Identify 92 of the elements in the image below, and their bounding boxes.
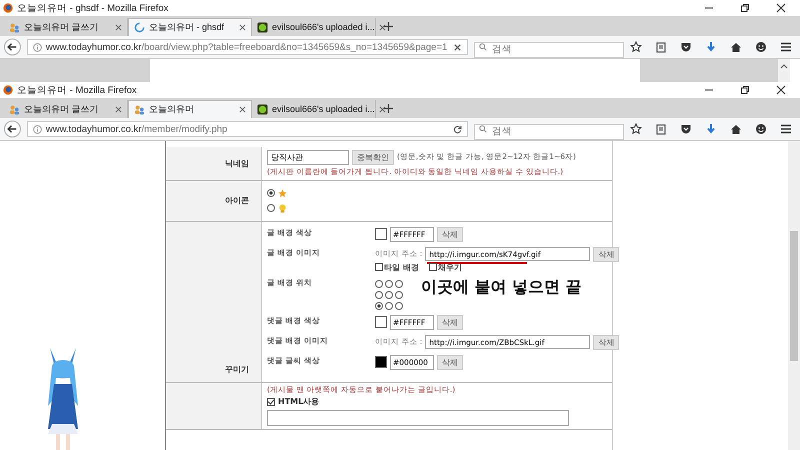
radio-button[interactable] (395, 290, 403, 299)
radio-button[interactable] (385, 280, 393, 288)
tab-title: 오늘의유머 글쓰기 (24, 20, 100, 34)
game-site-icon (257, 22, 268, 32)
tab-title: 오늘의유머 (149, 103, 195, 116)
smiley-icon[interactable] (755, 123, 767, 135)
delete-button[interactable]: 삭제 (437, 314, 463, 330)
download-icon[interactable] (705, 123, 717, 135)
checkbox[interactable] (428, 263, 437, 272)
radio-button[interactable] (375, 280, 383, 288)
restore-icon[interactable] (740, 3, 750, 13)
firefox-logo-icon (3, 85, 13, 95)
close-icon[interactable] (776, 85, 786, 95)
delete-button[interactable]: 삭제 (437, 354, 463, 370)
search-field[interactable]: 검색 (474, 42, 624, 58)
url-text: www.todayhumor.co.kr/board/view.php?table=freeboard&no=1345659&s_no=1345659&page=1 (46, 42, 448, 52)
home-icon[interactable] (730, 41, 742, 53)
pocket-icon[interactable] (680, 123, 692, 135)
tab-title: evilsoul666's uploaded i... (272, 104, 375, 114)
delete-button[interactable]: 삭제 (437, 226, 463, 242)
url-text: www.todayhumor.co.kr/member/modify.php (46, 124, 228, 134)
close-tab-icon[interactable] (378, 24, 386, 30)
annotation-text: 이곳에 붙여 넣으면 끝 (421, 278, 582, 296)
delete-button[interactable]: 삭제 (593, 246, 620, 262)
info-icon[interactable] (32, 42, 42, 52)
firefox-logo-icon (3, 3, 13, 13)
scrollbar[interactable] (788, 141, 800, 450)
search-icon (479, 125, 487, 133)
stop-icon[interactable] (453, 42, 462, 52)
nickname-field[interactable]: 당직사관 (267, 150, 349, 165)
people-icon (9, 22, 20, 32)
tab-title: evilsoul666's uploaded i... (272, 22, 375, 32)
close-tab-icon[interactable] (115, 24, 122, 30)
smiley-icon[interactable] (755, 41, 767, 53)
tab-title: 오늘의유머 - ghsdf (149, 21, 226, 34)
close-tab-icon[interactable] (239, 24, 246, 31)
checkbox-label: 채우기 (438, 262, 462, 272)
checkbox-label: HTML사용 (278, 397, 320, 407)
close-tab-icon[interactable] (378, 106, 386, 112)
search-field[interactable]: 검색 (474, 124, 624, 140)
medal-icon (278, 204, 287, 213)
bookmark-star-icon[interactable] (630, 123, 642, 135)
scrollbar-thumb[interactable] (790, 231, 798, 361)
radio-button[interactable] (267, 204, 275, 212)
people-icon (9, 104, 20, 114)
close-tab-icon[interactable] (115, 106, 122, 112)
checkbox[interactable] (267, 398, 275, 406)
color-swatch[interactable] (375, 356, 387, 368)
delete-button[interactable]: 삭제 (593, 334, 620, 350)
window-title: 오늘의유머 - ghsdf - Mozilla Firefox (17, 2, 170, 14)
color-swatch[interactable] (375, 228, 387, 240)
radio-button[interactable] (385, 302, 393, 310)
bookmark-star-icon[interactable] (630, 41, 642, 53)
browser-tab[interactable]: 오늘의유머 - ghsdf (128, 18, 252, 36)
radio-button[interactable] (267, 189, 275, 198)
radio-button[interactable] (375, 302, 383, 310)
search-icon (479, 43, 487, 51)
scroll-up-icon[interactable] (780, 63, 788, 69)
label-cell: 아이콘 (166, 180, 262, 221)
new-tab-icon[interactable] (384, 104, 393, 113)
new-tab-icon[interactable] (384, 22, 393, 31)
duplicate-check-button[interactable]: 중복확인 (352, 150, 394, 165)
pocket-icon[interactable] (680, 41, 692, 53)
menu-icon[interactable] (780, 123, 792, 135)
tab-title: 오늘의유머 글쓰기 (24, 102, 100, 116)
radio-button[interactable] (395, 302, 403, 310)
menu-icon[interactable] (780, 41, 792, 53)
close-icon[interactable] (776, 3, 786, 13)
label-cell: 꾸미기 (166, 222, 262, 382)
clipboard-icon[interactable] (655, 123, 667, 135)
browser-tab[interactable]: 오늘의유머 (128, 100, 252, 118)
clipboard-icon[interactable] (655, 41, 667, 53)
radio-button[interactable] (375, 290, 383, 299)
checkbox[interactable] (375, 263, 383, 272)
checkbox-label: 타일 배경 (384, 262, 419, 272)
label-cell: 닉네임 (166, 147, 262, 180)
address-bar[interactable]: www.todayhumor.co.kr/member/modify.php (26, 121, 468, 137)
home-icon[interactable] (730, 123, 742, 135)
radio-button[interactable] (395, 280, 403, 288)
people-icon (134, 104, 145, 115)
radio-button[interactable] (385, 290, 393, 299)
game-site-icon (257, 104, 268, 114)
address-bar[interactable]: www.todayhumor.co.kr/board/view.php?table=freeboard&no=1345659&s_no=1345659&page=1 (26, 39, 468, 55)
color-swatch[interactable] (375, 316, 387, 328)
window-title: 오늘의유머 - Mozilla Firefox (17, 84, 138, 96)
scrollbar[interactable] (778, 59, 790, 82)
star-icon (278, 188, 287, 198)
download-icon[interactable] (705, 41, 717, 53)
restore-icon[interactable] (740, 85, 750, 95)
close-tab-icon[interactable] (239, 106, 246, 113)
info-icon[interactable] (32, 124, 42, 134)
reload-icon[interactable] (453, 124, 462, 134)
